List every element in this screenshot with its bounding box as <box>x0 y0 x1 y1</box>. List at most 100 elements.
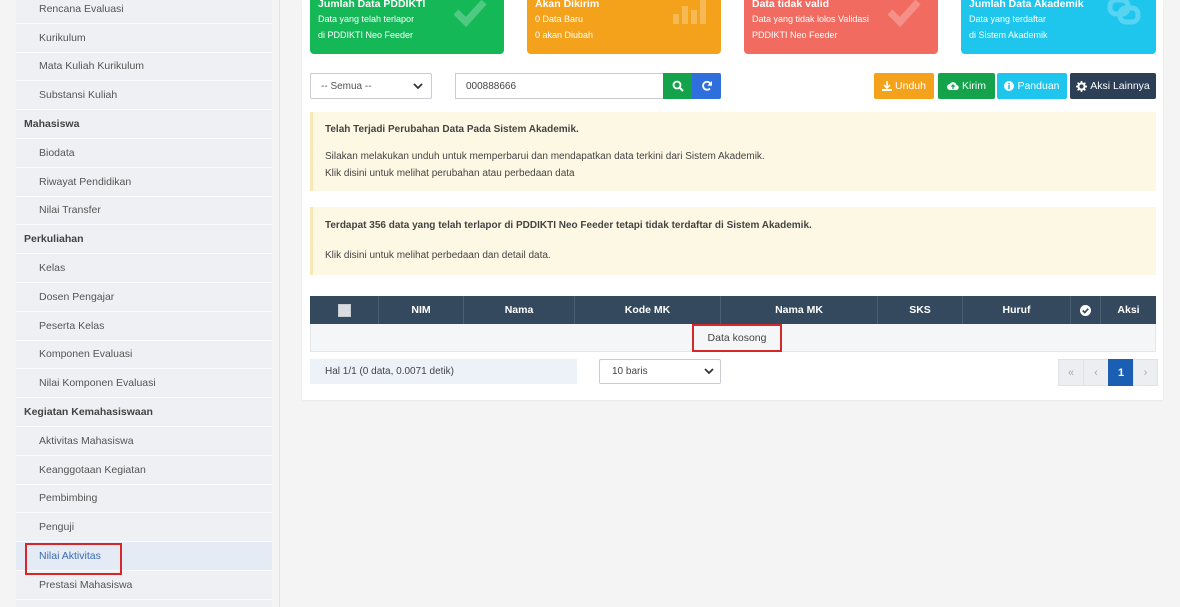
next-page-button[interactable]: › <box>1133 359 1158 386</box>
sidebar-item-label: Nilai Komponen Evaluasi <box>39 377 156 390</box>
aksi-lainnya-button[interactable]: Aksi Lainnya <box>1070 73 1156 99</box>
data-table: NIM Nama Kode MK Nama MK SKS Huruf Aksi … <box>310 296 1156 352</box>
sidebar-item-label: Komponen Evaluasi <box>39 348 133 361</box>
rows-per-page-value: 10 baris <box>612 366 648 377</box>
sidebar-item-label: Penguji <box>39 521 75 534</box>
current-page-button[interactable]: 1 <box>1108 359 1133 386</box>
download-icon <box>882 81 893 91</box>
alert-data-tidak-terdaftar: Terdapat 356 data yang telah terlapor di… <box>310 207 1156 275</box>
card-line: 0 akan Diubah <box>535 30 594 40</box>
pagination: « ‹ 1 › <box>1058 359 1158 386</box>
search-input[interactable]: 000888666 <box>455 73 664 99</box>
sidebar-item-label: Biodata <box>39 146 75 159</box>
aksi-lainnya-button-label: Aksi Lainnya <box>1090 80 1150 92</box>
filter-select-value: -- Semua -- <box>321 80 372 92</box>
sidebar-item-label: Riwayat Pendidikan <box>39 175 132 188</box>
sidebar-item-label: Substansi Kuliah <box>39 89 118 102</box>
sidebar-item-kelas[interactable]: Kelas <box>16 254 272 283</box>
chevron-down-icon <box>704 368 714 375</box>
col-status <box>1071 296 1101 324</box>
select-all-checkbox[interactable] <box>337 303 351 317</box>
sidebar-item-label: Kurikulum <box>39 31 86 44</box>
col-nama[interactable]: Nama <box>464 296 575 324</box>
search-input-value: 000888666 <box>466 80 517 92</box>
card-jumlah-data-pddikti[interactable]: Jumlah Data PDDIKTI Data yang telah terl… <box>310 0 504 54</box>
sidebar-item-pembimbing[interactable]: Pembimbing <box>16 485 272 514</box>
col-kode-mk[interactable]: Kode MK <box>575 296 721 324</box>
check-icon <box>887 0 921 28</box>
sidebar-item-dosen-pengajar[interactable]: Dosen Pengajar <box>16 283 272 312</box>
alert-link[interactable]: Klik disini untuk melihat perbedaan dan … <box>325 250 551 261</box>
card-akan-dikirim[interactable]: Akan Dikirim 0 Data Baru 0 akan Diubah <box>527 0 721 54</box>
sidebar-item-label: Aktivitas Mahasiswa <box>39 434 134 447</box>
main-panel: Jumlah Data PDDIKTI Data yang telah terl… <box>302 0 1163 400</box>
sidebar-item-rencana-evaluasi[interactable]: Rencana Evaluasi <box>16 0 272 24</box>
card-data-tidak-valid[interactable]: Data tidak valid Data yang tidak lolos V… <box>744 0 938 54</box>
sidebar-item-label: Nilai Transfer <box>39 204 101 217</box>
check-icon <box>453 0 487 28</box>
col-huruf[interactable]: Huruf <box>963 296 1071 324</box>
sidebar-section-kegiatan-kemahasiswaan: Kegiatan Kemahasiswaan <box>16 398 272 427</box>
sidebar-item-label: Pembimbing <box>39 492 98 505</box>
col-sks[interactable]: SKS <box>878 296 963 324</box>
cloud-upload-icon <box>947 82 959 91</box>
alert-text: Silakan melakukan unduh untuk memperbaru… <box>325 151 765 162</box>
sidebar-item-keanggotaan-kegiatan[interactable]: Keanggotaan Kegiatan <box>16 456 272 485</box>
sidebar: Rencana Evaluasi Kurikulum Mata Kuliah Kur… <box>16 0 272 607</box>
sidebar-item-biodata[interactable]: Biodata <box>16 139 272 168</box>
first-page-button[interactable]: « <box>1058 359 1083 386</box>
sidebar-item-label: Keanggotaan Kegiatan <box>39 463 146 476</box>
sidebar-item-nilai-komponen-evaluasi[interactable]: Nilai Komponen Evaluasi <box>16 369 272 399</box>
info-icon <box>1004 81 1015 91</box>
col-nim[interactable]: NIM <box>379 296 464 324</box>
sidebar-item-label: Dosen Pengajar <box>39 290 115 303</box>
select-all-checkbox-cell[interactable] <box>310 296 379 324</box>
card-line: di Sistem Akademik <box>969 30 1048 40</box>
chevron-down-icon <box>413 83 423 90</box>
check-circle-icon <box>1080 304 1091 316</box>
empty-table-message: Data kosong <box>692 324 782 352</box>
unduh-button-label: Unduh <box>895 80 926 92</box>
sidebar-item-peserta-kelas[interactable]: Peserta Kelas <box>16 312 272 341</box>
panduan-button-label: Panduan <box>1017 80 1060 92</box>
sidebar-item-label: Kelas <box>39 262 66 275</box>
sidebar-item-riwayat-pendidikan[interactable]: Riwayat Pendidikan <box>16 168 272 197</box>
sidebar-item-komponen-evaluasi[interactable]: Komponen Evaluasi <box>16 341 272 370</box>
sidebar-item-kurikulum[interactable]: Kurikulum <box>16 24 272 53</box>
refresh-icon <box>701 80 712 91</box>
filter-select[interactable]: -- Semua -- <box>310 73 432 99</box>
sidebar-section-label: Mahasiswa <box>24 118 80 131</box>
sidebar-item-substansi-kuliah[interactable]: Substansi Kuliah <box>16 81 272 111</box>
gear-icon <box>1076 80 1088 92</box>
bar-chart-icon <box>673 0 706 24</box>
sidebar-item-mata-kuliah-kurikulum[interactable]: Mata Kuliah Kurikulum <box>16 53 272 82</box>
sidebar-item-nilai-transfer[interactable]: Nilai Transfer <box>16 197 272 226</box>
table-header: NIM Nama Kode MK Nama MK SKS Huruf Aksi <box>310 296 1156 324</box>
kirim-button-label: Kirim <box>962 80 986 92</box>
card-jumlah-data-akademik[interactable]: Jumlah Data Akademik Data yang terdaftar… <box>961 0 1156 54</box>
unduh-button[interactable]: Unduh <box>874 73 934 99</box>
sidebar-section-label: Perkuliahan <box>24 233 84 246</box>
col-nama-mk[interactable]: Nama MK <box>721 296 878 324</box>
alert-title: Terdapat 356 data yang telah terlapor di… <box>325 220 812 231</box>
sidebar-divider <box>279 0 280 607</box>
prev-page-button[interactable]: ‹ <box>1083 359 1108 386</box>
sidebar-item-aktivitas-mahasiswa[interactable]: Aktivitas Mahasiswa <box>16 427 272 456</box>
rows-per-page-select[interactable]: 10 baris <box>599 359 721 384</box>
sidebar-item-label: Peserta Kelas <box>39 319 105 332</box>
sidebar-item-prestasi-mahasiswa[interactable]: Prestasi Mahasiswa <box>16 571 272 600</box>
refresh-button[interactable] <box>692 73 721 99</box>
col-aksi: Aksi <box>1117 304 1140 316</box>
alert-perubahan-data: Telah Terjadi Perubahan Data Pada Sistem… <box>310 112 1156 191</box>
sidebar-section-mahasiswa: Mahasiswa <box>16 110 272 139</box>
link-icon <box>1107 0 1141 25</box>
sidebar-item-penguji[interactable]: Penguji <box>16 513 272 543</box>
sidebar-item-label: Rencana Evaluasi <box>39 2 124 15</box>
alert-link[interactable]: Klik disini untuk melihat perubahan atau… <box>325 168 575 179</box>
kirim-button[interactable]: Kirim <box>938 73 995 99</box>
sidebar-section-perkuliahan: Perkuliahan <box>16 225 272 255</box>
search-icon <box>672 80 684 92</box>
search-button[interactable] <box>663 73 692 99</box>
highlight-box-nilai-aktivitas <box>25 543 122 575</box>
panduan-button[interactable]: Panduan <box>997 73 1067 99</box>
